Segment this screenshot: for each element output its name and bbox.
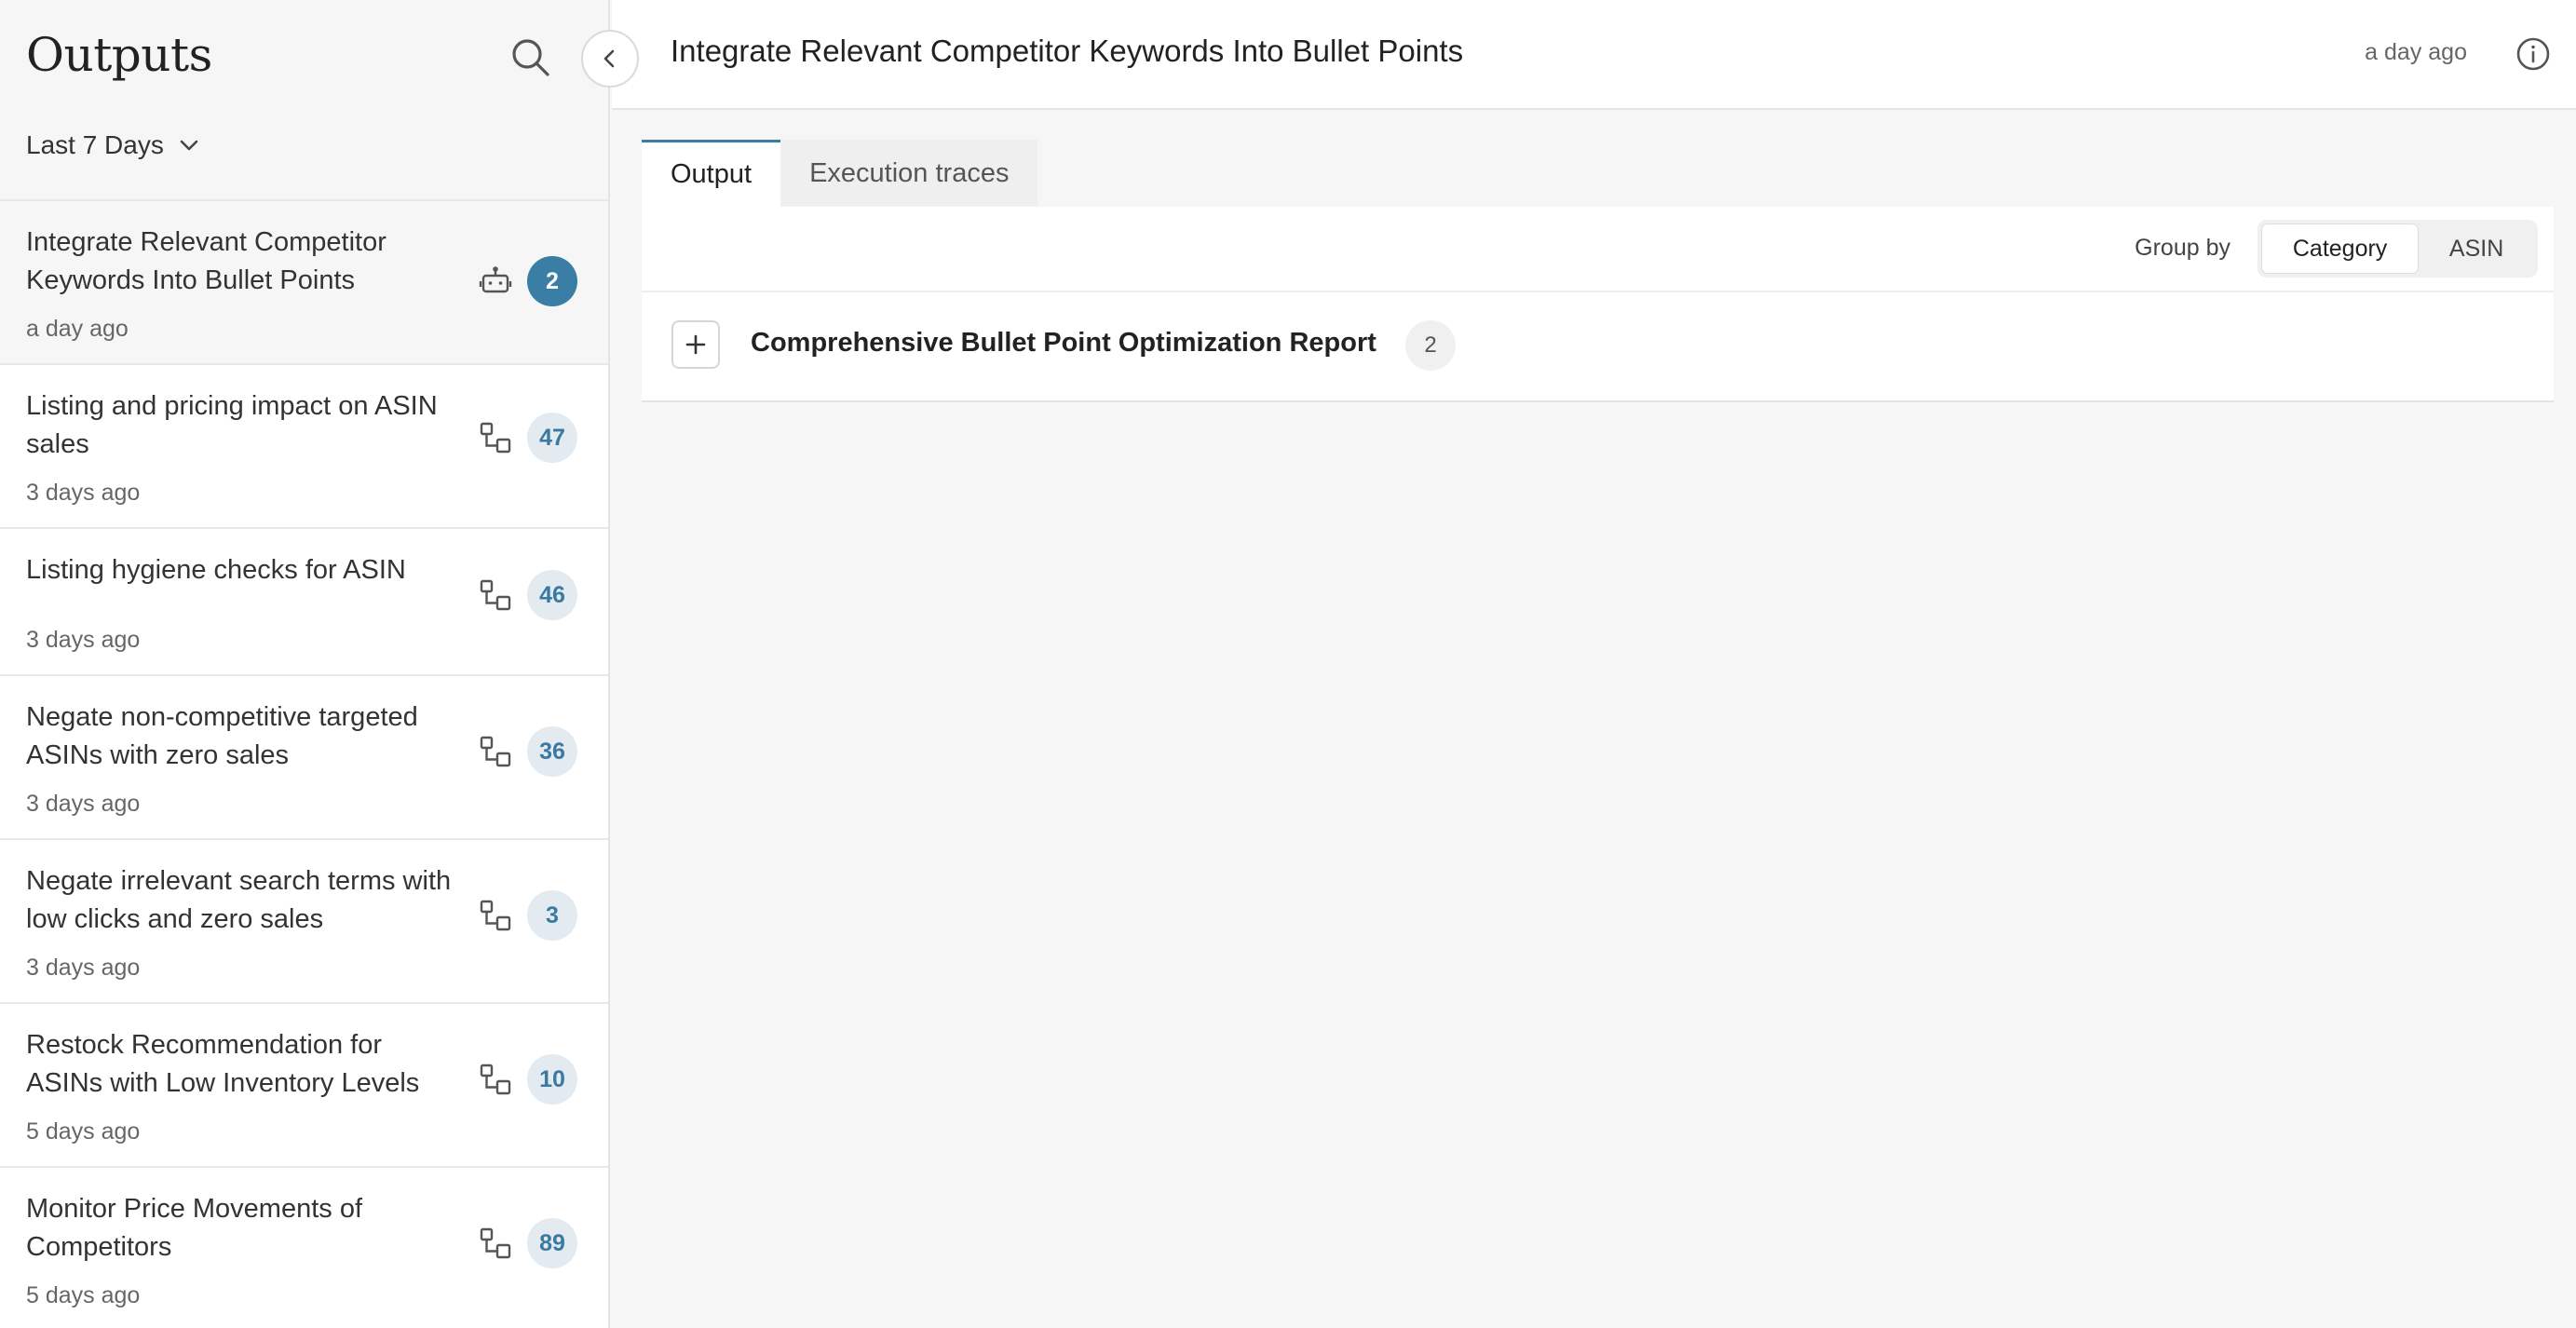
search-icon[interactable] bbox=[508, 35, 553, 80]
sidebar: Outputs Last 7 Days Integrate Relevant C… bbox=[0, 0, 610, 1328]
date-range-label: Last 7 Days bbox=[26, 130, 164, 159]
sidebar-title: Outputs bbox=[26, 28, 212, 82]
chevron-down-icon bbox=[180, 140, 198, 151]
output-item-time: a day ago bbox=[26, 316, 129, 342]
output-item-count: 10 bbox=[527, 1054, 577, 1104]
output-item-title: Negate non-competitive targeted ASINs wi… bbox=[26, 702, 418, 770]
group-by-label: Group by bbox=[2135, 235, 2230, 261]
output-item-time: 3 days ago bbox=[26, 480, 141, 506]
output-item-time: 5 days ago bbox=[26, 1118, 141, 1145]
group-by-toggle: Category ASIN bbox=[2257, 220, 2538, 278]
collapse-sidebar-button[interactable] bbox=[581, 30, 639, 88]
sidebar-header: Outputs Last 7 Days bbox=[0, 0, 608, 201]
expand-group-button[interactable] bbox=[671, 320, 720, 369]
output-item-count: 36 bbox=[527, 726, 577, 777]
workflow-icon bbox=[480, 900, 511, 931]
group-count-badge: 2 bbox=[1405, 320, 1456, 371]
output-list-item[interactable]: Integrate Relevant Competitor Keywords I… bbox=[0, 201, 608, 365]
output-list-item[interactable]: Negate non-competitive targeted ASINs wi… bbox=[0, 676, 608, 840]
group-title: Comprehensive Bullet Point Optimization … bbox=[751, 328, 1376, 358]
output-item-title: Restock Recommendation for ASINs with Lo… bbox=[26, 1030, 420, 1098]
output-list-item[interactable]: Restock Recommendation for ASINs with Lo… bbox=[0, 1004, 608, 1168]
output-item-count: 47 bbox=[527, 413, 577, 463]
main-header: Integrate Relevant Competitor Keywords I… bbox=[612, 0, 2576, 110]
output-item-time: 3 days ago bbox=[26, 791, 141, 817]
group-row[interactable]: Comprehensive Bullet Point Optimization … bbox=[642, 292, 2554, 400]
chevron-left-icon bbox=[603, 49, 615, 68]
output-panel: Group by Category ASIN Comprehensive Bul… bbox=[642, 207, 2554, 402]
group-by-bar: Group by Category ASIN bbox=[642, 207, 2554, 292]
group-by-category-option[interactable]: Category bbox=[2261, 224, 2420, 274]
workflow-icon bbox=[480, 736, 511, 767]
output-list-item[interactable]: Negate irrelevant search terms with low … bbox=[0, 840, 608, 1004]
workflow-icon bbox=[480, 1064, 511, 1095]
page-title: Integrate Relevant Competitor Keywords I… bbox=[671, 34, 1464, 68]
plus-icon bbox=[685, 334, 706, 355]
output-item-title: Listing hygiene checks for ASIN bbox=[26, 555, 406, 585]
robot-icon bbox=[479, 266, 512, 293]
tab-bar: Output Execution traces bbox=[642, 140, 1038, 207]
output-item-title: Integrate Relevant Competitor Keywords I… bbox=[26, 227, 386, 295]
group-by-asin-option[interactable]: ASIN bbox=[2419, 224, 2534, 274]
tab-output[interactable]: Output bbox=[642, 140, 781, 207]
output-item-count: 46 bbox=[527, 570, 577, 620]
output-item-time: 3 days ago bbox=[26, 955, 141, 981]
info-icon[interactable] bbox=[2515, 35, 2552, 73]
output-item-title: Negate irrelevant search terms with low … bbox=[26, 866, 452, 934]
output-item-time: 5 days ago bbox=[26, 1282, 141, 1308]
output-item-count: 2 bbox=[527, 256, 577, 306]
output-item-time: 3 days ago bbox=[26, 627, 141, 653]
output-list: Integrate Relevant Competitor Keywords I… bbox=[0, 201, 608, 1328]
output-item-title: Monitor Price Movements of Competitors bbox=[26, 1194, 363, 1262]
main-panel: Integrate Relevant Competitor Keywords I… bbox=[612, 0, 2576, 1328]
tab-execution-traces[interactable]: Execution traces bbox=[780, 140, 1038, 207]
output-list-item[interactable]: Listing hygiene checks for ASIN 3 days a… bbox=[0, 529, 608, 676]
workflow-icon bbox=[480, 579, 511, 611]
output-list-item[interactable]: Listing and pricing impact on ASIN sales… bbox=[0, 365, 608, 529]
output-item-count: 3 bbox=[527, 890, 577, 941]
workflow-icon bbox=[480, 422, 511, 454]
workflow-icon bbox=[480, 1227, 511, 1259]
date-range-dropdown[interactable]: Last 7 Days bbox=[26, 130, 201, 160]
output-list-item[interactable]: Monitor Price Movements of Competitors 5… bbox=[0, 1168, 608, 1328]
output-item-title: Listing and pricing impact on ASIN sales bbox=[26, 391, 438, 459]
page-timestamp: a day ago bbox=[2365, 39, 2467, 65]
output-item-count: 89 bbox=[527, 1218, 577, 1268]
